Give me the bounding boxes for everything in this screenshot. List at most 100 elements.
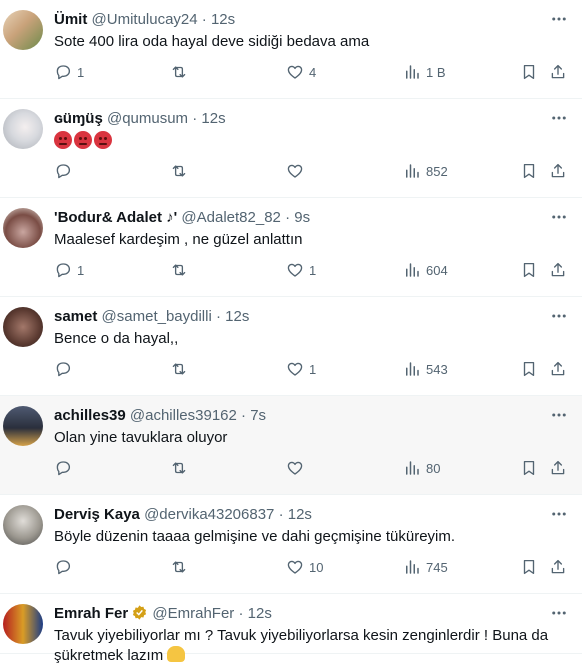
author-handle[interactable]: @dervika43206837 [144, 506, 274, 523]
share-button[interactable] [549, 359, 567, 379]
tweet[interactable]: Derviş Kaya @dervika43206837 · 12s Böyle… [0, 495, 582, 594]
more-icon[interactable] [550, 109, 568, 127]
avatar[interactable] [3, 505, 43, 545]
timestamp[interactable]: 12s [201, 110, 225, 127]
author-handle[interactable]: @EmrahFer [152, 605, 234, 622]
tweet-text: Olan yine tavuklara oluyor [54, 429, 228, 446]
author-name[interactable]: samet [54, 308, 97, 325]
retweet-button[interactable] [170, 557, 193, 577]
more-icon[interactable] [550, 10, 568, 28]
separator-dot: · [278, 506, 284, 523]
reply-button[interactable] [54, 557, 77, 577]
views-icon [406, 560, 419, 574]
retweet-button[interactable] [170, 458, 193, 478]
retweet-button[interactable] [170, 359, 193, 379]
bookmark-button[interactable] [520, 359, 538, 379]
more-icon[interactable] [550, 406, 568, 424]
views-count: 1 B [426, 64, 446, 80]
views-button[interactable]: 80 [403, 458, 440, 478]
share-button[interactable] [549, 458, 567, 478]
bookmark-button[interactable] [520, 458, 538, 478]
like-button[interactable] [286, 458, 309, 478]
author-name[interactable]: achilles39 [54, 407, 126, 424]
avatar[interactable] [3, 109, 43, 149]
avatar[interactable] [3, 406, 43, 446]
reply-button[interactable] [54, 359, 77, 379]
bookmark-button[interactable] [520, 557, 538, 577]
more-icon[interactable] [550, 604, 568, 622]
views-button[interactable]: 543 [403, 359, 448, 379]
share-icon [551, 262, 565, 277]
views-button[interactable]: 1 B [403, 62, 446, 82]
author-name[interactable]: ɢüɱüş [54, 110, 103, 127]
author-handle[interactable]: @samet_baydilli [102, 308, 212, 325]
more-icon[interactable] [550, 505, 568, 523]
tweet[interactable]: achilles39 @achilles39162 · 7s Olan yine… [0, 396, 582, 495]
separator-dot: · [285, 209, 291, 226]
like-button[interactable]: 10 [286, 557, 323, 577]
reply-button[interactable] [54, 161, 77, 181]
author-handle[interactable]: @achilles39162 [130, 407, 237, 424]
reply-count: 1 [77, 64, 85, 80]
author-handle[interactable]: @Umitulucay24 [92, 11, 198, 28]
bookmark-icon [523, 64, 535, 80]
author-handle[interactable]: @qumusum [107, 110, 188, 127]
more-icon[interactable] [550, 208, 568, 226]
author-name[interactable]: Ümit [54, 11, 87, 28]
timestamp[interactable]: 12s [225, 308, 249, 325]
views-button[interactable]: 604 [403, 260, 448, 280]
avatar[interactable] [3, 10, 43, 50]
reply-icon [56, 65, 71, 80]
bookmark-icon [523, 460, 535, 476]
timestamp[interactable]: 12s [248, 605, 272, 622]
author-name[interactable]: Derviş Kaya [54, 506, 140, 523]
reply-icon [56, 164, 71, 179]
bookmark-button[interactable] [520, 62, 538, 82]
like-button[interactable]: 1 [286, 359, 316, 379]
separator-dot: · [201, 11, 207, 28]
author-name[interactable]: Emrah Fer [54, 605, 128, 622]
views-button[interactable]: 745 [403, 557, 448, 577]
avatar[interactable] [3, 208, 43, 248]
retweet-button[interactable] [170, 260, 193, 280]
retweet-button[interactable] [170, 161, 193, 181]
share-button[interactable] [549, 557, 567, 577]
share-icon [551, 361, 565, 376]
tweet[interactable]: ɢüɱüş @qumusum · 12s 852 [0, 99, 582, 198]
separator-dot: · [241, 407, 247, 424]
share-button[interactable] [549, 62, 567, 82]
like-button[interactable]: 4 [286, 62, 316, 82]
retweet-button[interactable] [170, 62, 193, 82]
share-button[interactable] [549, 260, 567, 280]
like-button[interactable]: 1 [286, 260, 316, 280]
tweet-actions: 1 1 604 [54, 260, 570, 280]
tweet-header: 'Bodur& Adalet ♪' @Adalet82_82 · 9s [54, 208, 532, 228]
reply-button[interactable]: 1 [54, 260, 84, 280]
retweet-icon [172, 66, 186, 78]
tweet-header: Derviş Kaya @dervika43206837 · 12s [54, 505, 532, 525]
timestamp[interactable]: 12s [288, 506, 312, 523]
like-button[interactable] [286, 161, 309, 181]
reply-button[interactable] [54, 458, 77, 478]
share-button[interactable] [549, 161, 567, 181]
tweet[interactable]: samet @samet_baydilli · 12s Bence o da h… [0, 297, 582, 396]
timestamp[interactable]: 9s [294, 209, 310, 226]
reply-button[interactable]: 1 [54, 62, 84, 82]
tweet[interactable]: Emrah Fer @EmrahFer · 12s Tavuk yiyebili… [0, 594, 582, 664]
timestamp[interactable]: 12s [211, 11, 235, 28]
views-button[interactable]: 852 [403, 161, 448, 181]
tweet-header: achilles39 @achilles39162 · 7s [54, 406, 532, 426]
more-icon[interactable] [550, 307, 568, 325]
tweet-actions: 80 [54, 458, 570, 478]
bookmark-button[interactable] [520, 260, 538, 280]
bookmark-button[interactable] [520, 161, 538, 181]
author-name[interactable]: 'Bodur& Adalet ♪' [54, 209, 177, 226]
tweet[interactable]: Ümit @Umitulucay24 · 12s Sote 400 lira o… [0, 0, 582, 99]
tweet-text [54, 131, 570, 152]
author-handle[interactable]: @Adalet82_82 [181, 209, 280, 226]
tweet[interactable]: 'Bodur& Adalet ♪' @Adalet82_82 · 9s Maal… [0, 198, 582, 297]
timestamp[interactable]: 7s [250, 407, 266, 424]
avatar[interactable] [3, 604, 43, 644]
views-count: 852 [426, 163, 448, 179]
avatar[interactable] [3, 307, 43, 347]
